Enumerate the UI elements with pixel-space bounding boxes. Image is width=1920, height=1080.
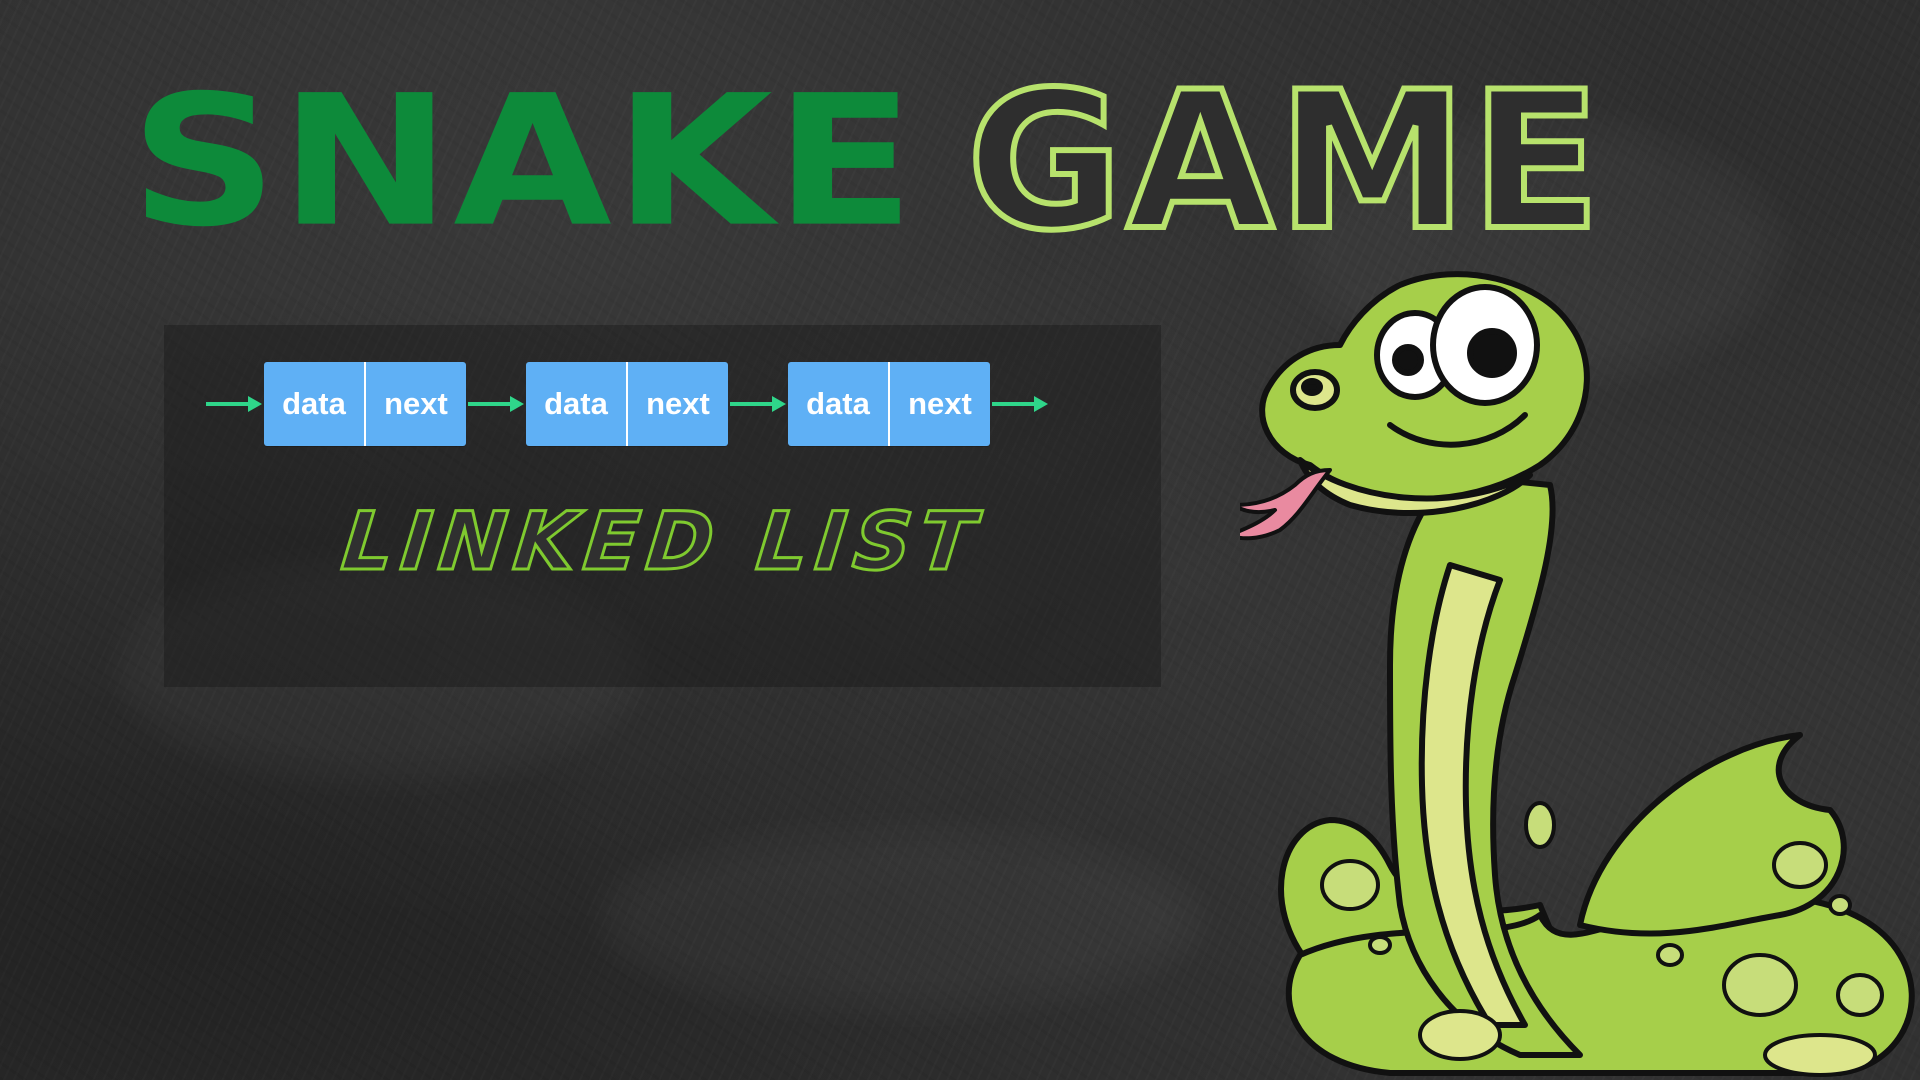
linked-list-label: LINKED LIST [336, 494, 988, 590]
title-word-snake: SNAKE [130, 56, 917, 267]
page-title: SNAKE GAME [130, 62, 1605, 262]
arrow-right-icon [992, 396, 1048, 412]
cartoon-snake-icon [1240, 265, 1920, 1080]
node-next-field: next [908, 386, 972, 421]
snake-illustration [1240, 271, 1915, 1077]
list-node: data next [788, 362, 990, 446]
arrow-right-icon [206, 396, 262, 412]
list-node: data next [526, 362, 728, 446]
node-data-field: data [526, 362, 628, 446]
arrow-right-icon [730, 396, 786, 412]
title-word-game: GAME [964, 51, 1605, 272]
arrow-right-icon [468, 396, 524, 412]
linked-list-panel: data next data next data next LINKED LIS… [164, 325, 1161, 687]
node-data-field: data [788, 362, 890, 446]
list-node: data next [264, 362, 466, 446]
node-next-field: next [646, 386, 710, 421]
linked-list-diagram: data next data next data next [204, 362, 1050, 446]
node-data-field: data [264, 362, 366, 446]
node-next-field: next [384, 386, 448, 421]
chalk-smudge [600, 830, 1200, 1010]
